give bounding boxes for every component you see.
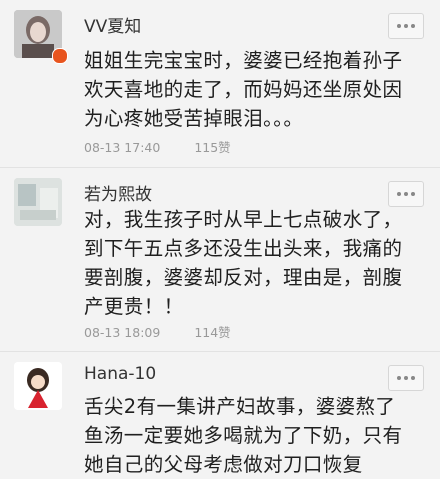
username[interactable]: 若为熙故 [84,180,152,205]
more-options-button[interactable] [388,181,424,207]
username[interactable]: Hana-10 [84,364,156,384]
like-count[interactable]: 115赞 [194,140,230,155]
more-options-button[interactable] [388,13,424,39]
avatar-cartoon-girl [14,362,62,410]
more-options-button[interactable] [388,365,424,391]
avatar-photo [14,178,62,226]
timestamp: 08-13 17:40 [84,140,161,155]
like-count[interactable]: 114赞 [194,325,230,340]
comment-text: 对，我生孩子时从早上七点破水了，到下午五点多还没生出头来，我痛的要剖腹，婆婆却反… [84,208,403,318]
comment-item: VV夏知 姐姐生完宝宝时，婆婆已经抱着孙子欢天喜地的走了，而妈妈还坐原处因为心疼… [0,0,440,168]
verified-badge-icon [52,48,68,64]
comment-text: 舌尖2有一集讲产妇故事，婆婆熬了鱼汤一定要她多喝就为了下奶，只有她自己的父母考虑… [84,395,403,476]
comment-item: Hana-10 舌尖2有一集讲产妇故事，婆婆熬了鱼汤一定要她多喝就为了下奶，只有… [0,352,440,476]
comment-feed: VV夏知 姐姐生完宝宝时，婆婆已经抱着孙子欢天喜地的走了，而妈妈还坐原处因为心疼… [0,0,440,476]
comment-text: 姐姐生完宝宝时，婆婆已经抱着孙子欢天喜地的走了，而妈妈还坐原处因为心疼她受苦掉眼… [84,49,403,130]
avatar[interactable] [14,178,62,226]
timestamp: 08-13 18:09 [84,325,161,340]
comment-meta: 08-13 17:40 115赞 [84,137,231,156]
username[interactable]: VV夏知 [84,12,141,37]
comment-meta: 08-13 18:09 114赞 [84,322,231,341]
comment-item: 若为熙故 对，我生孩子时从早上七点破水了，到下午五点多还没生出头来，我痛的要剖腹… [0,168,440,351]
avatar[interactable] [14,362,62,410]
